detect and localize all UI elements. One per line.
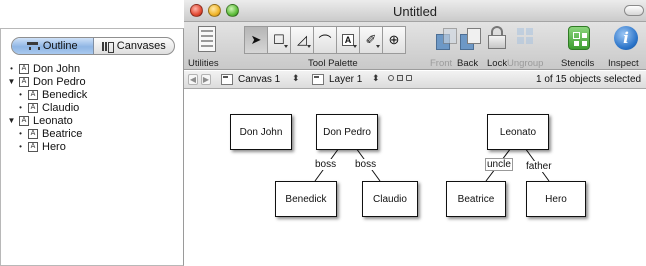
title-bar[interactable]: Untitled — [184, 0, 646, 22]
outline-item-leonato[interactable]: ▼ A Leonato — [1, 114, 183, 127]
lock-label[interactable]: Lock — [487, 58, 507, 69]
outline-item-beatrice[interactable]: • A Beatrice — [1, 127, 183, 140]
stencils-label[interactable]: Stencils — [561, 58, 594, 69]
bullet-icon: • — [19, 142, 22, 151]
lock-icon[interactable] — [488, 26, 506, 49]
toolbar: Utilities ➤ ☐ ◿ ⌒ A ✐ ⊕ Tool Palette Fro… — [184, 22, 646, 70]
canvases-icon — [101, 41, 114, 53]
text-shape-icon: A — [28, 141, 38, 152]
drawer-tab-switcher: Outline Canvases — [11, 37, 175, 55]
inspect-icon[interactable]: i — [614, 26, 638, 50]
text-shape-icon: A — [19, 63, 29, 74]
selection-tool-icon[interactable]: ➤ — [244, 26, 268, 54]
outline-item-label: Beatrice — [42, 127, 83, 140]
node-hero[interactable]: Hero — [526, 181, 586, 217]
outline-item-label: Benedick — [42, 88, 88, 101]
inspect-label[interactable]: Inspect — [608, 58, 639, 69]
stencils-icon[interactable] — [568, 26, 590, 50]
edge-label-boss[interactable]: boss — [354, 159, 378, 170]
outline-item-don-john[interactable]: • A Don John — [1, 62, 183, 75]
forward-arrow-icon[interactable]: ▶ — [201, 74, 211, 85]
outline-item-don-pedro[interactable]: ▼ A Don Pedro — [1, 75, 183, 88]
bring-to-front-icon[interactable] — [436, 28, 457, 50]
utilities-label[interactable]: Utilities — [188, 58, 219, 69]
send-to-back-icon[interactable] — [460, 28, 481, 50]
layer-print-icon[interactable] — [397, 75, 403, 81]
text-tool-glyph: A — [341, 34, 355, 46]
tab-canvases[interactable]: Canvases — [94, 38, 175, 54]
node-don-pedro[interactable]: Don Pedro — [316, 114, 378, 150]
bullet-icon: • — [19, 103, 22, 112]
canvas-selector[interactable]: Canvas 1 — [238, 74, 280, 85]
ungroup-icon[interactable] — [517, 28, 533, 48]
ungroup-label[interactable]: Ungroup — [507, 58, 543, 69]
shape-tool-icon[interactable]: ☐ — [267, 26, 291, 54]
edge-label-uncle[interactable]: uncle — [485, 158, 513, 171]
text-shape-icon: A — [28, 102, 38, 113]
bullet-icon: • — [10, 64, 13, 73]
back-arrow-icon[interactable]: ◀ — [188, 74, 198, 85]
document-window: Untitled Utilities ➤ ☐ ◿ ⌒ A ✐ ⊕ Tool Pa… — [184, 0, 646, 266]
node-don-john[interactable]: Don John — [230, 114, 292, 150]
pen-tool-icon[interactable]: ◿ — [290, 26, 314, 54]
node-beatrice[interactable]: Beatrice — [446, 181, 506, 217]
canvas-popup-arrows-icon[interactable]: ⬍ — [292, 73, 300, 84]
outline-item-claudio[interactable]: • A Claudio — [1, 101, 183, 114]
window-title: Untitled — [392, 4, 438, 19]
front-label[interactable]: Front — [430, 58, 452, 69]
line-tool-icon[interactable]: ⌒ — [313, 26, 337, 54]
outline-tree: • A Don John ▼ A Don Pedro • A Benedick … — [1, 62, 183, 153]
text-shape-icon: A — [19, 76, 29, 87]
canvas-layer-bar: ◀ ▶ Canvas 1 ⬍ Layer 1 ⬍ 1 of 15 objects… — [184, 71, 646, 89]
selection-status: 1 of 15 objects selected — [536, 74, 642, 85]
bullet-icon: • — [19, 90, 22, 99]
outline-item-label: Hero — [42, 140, 66, 153]
utilities-icon[interactable] — [198, 26, 216, 52]
node-claudio[interactable]: Claudio — [362, 181, 418, 217]
bullet-icon: • — [19, 129, 22, 138]
text-shape-icon: A — [19, 115, 29, 126]
node-benedick[interactable]: Benedick — [275, 181, 337, 217]
layer-lock-icon[interactable] — [406, 75, 412, 81]
zoom-tool-icon[interactable]: ⊕ — [382, 26, 406, 54]
style-brush-tool-icon[interactable]: ✐ — [359, 26, 383, 54]
outline-drawer: Outline Canvases • A Don John ▼ A Don Pe… — [0, 28, 184, 266]
edge-label-boss[interactable]: boss — [314, 159, 338, 170]
outline-icon — [26, 41, 40, 51]
back-label[interactable]: Back — [457, 58, 478, 69]
layer-popup-arrows-icon[interactable]: ⬍ — [372, 73, 380, 84]
diagram-canvas[interactable]: Don John Don Pedro Leonato Benedick Clau… — [184, 90, 646, 266]
text-shape-icon: A — [28, 128, 38, 139]
canvas-icon — [221, 74, 233, 85]
outline-item-label: Leonato — [33, 114, 73, 127]
text-tool-icon[interactable]: A — [336, 26, 360, 54]
tab-outline[interactable]: Outline — [12, 38, 94, 54]
toolbar-toggle-button[interactable] — [624, 5, 644, 16]
outline-item-label: Claudio — [42, 101, 80, 114]
tab-outline-label: Outline — [42, 40, 78, 52]
outline-item-benedick[interactable]: • A Benedick — [1, 88, 183, 101]
edge-label-father[interactable]: father — [525, 161, 553, 172]
outline-item-label: Don Pedro — [33, 75, 86, 88]
outline-item-label: Don John — [33, 62, 81, 75]
disclosure-triangle-icon[interactable]: ▼ — [7, 77, 16, 86]
tool-palette: ➤ ☐ ◿ ⌒ A ✐ ⊕ — [244, 26, 406, 54]
text-shape-icon: A — [28, 89, 38, 100]
disclosure-triangle-icon[interactable]: ▼ — [7, 116, 16, 125]
layer-icon — [312, 74, 324, 85]
tab-canvases-label: Canvases — [116, 40, 166, 52]
layer-selector[interactable]: Layer 1 — [329, 74, 362, 85]
layer-visible-icon[interactable] — [388, 75, 394, 81]
node-leonato[interactable]: Leonato — [487, 114, 549, 150]
outline-item-hero[interactable]: • A Hero — [1, 140, 183, 153]
tool-palette-label: Tool Palette — [308, 58, 358, 69]
